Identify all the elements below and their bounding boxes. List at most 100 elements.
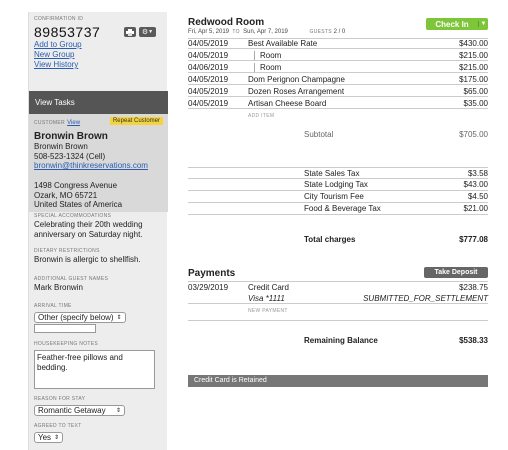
charge-row[interactable]: 04/05/2019 Dom Perignon Champagne $175.0…	[188, 74, 488, 85]
new-group-link[interactable]: New Group	[34, 50, 161, 60]
check-in-label: Check In	[435, 19, 469, 29]
charge-desc: Dozen Roses Arrangement	[248, 86, 345, 96]
tax-name: Food & Beverage Tax	[304, 204, 381, 213]
charge-desc: Dom Perignon Champagne	[248, 74, 345, 84]
date-to-label: TO	[232, 29, 240, 35]
charge-amount: $215.00	[459, 50, 488, 60]
view-tasks-button[interactable]: View Tasks	[29, 91, 168, 114]
arrival-time-label: ARRIVAL TIME	[34, 303, 72, 309]
tax-row: Food & Beverage Tax $21.00	[188, 203, 488, 215]
special-accommodations-text: Celebrating their 20th wedding anniversa…	[34, 220, 143, 239]
date-to: Sun, Apr 7, 2019	[243, 29, 288, 35]
reservation-actions: ⚙ ▼	[124, 27, 156, 37]
subtotal-row: Subtotal $705.00	[304, 130, 488, 139]
charge-row[interactable]: 04/06/2019 Room $215.00	[188, 62, 488, 73]
charge-date: 04/05/2019	[188, 50, 229, 60]
customer-view-link[interactable]: View	[67, 120, 80, 126]
confirmation-label: CONFIRMATION ID	[34, 16, 84, 22]
add-to-group-link[interactable]: Add to Group	[34, 40, 161, 50]
payment-date: 03/29/2019	[188, 282, 229, 292]
tax-name: State Sales Tax	[304, 168, 360, 178]
charge-date: 04/05/2019	[188, 98, 229, 108]
charge-row[interactable]: 04/05/2019 Artisan Cheese Board $35.00	[188, 98, 488, 109]
reason-for-stay-value: Romantic Getaway	[38, 406, 106, 415]
payment-status: SUBMITTED_FOR_SETTLEMENT	[363, 293, 488, 303]
customer-name: Bronwin Brown	[34, 131, 108, 142]
chevron-down-icon[interactable]: ▼	[478, 21, 488, 27]
charge-amount: $215.00	[459, 62, 488, 72]
add-item-link[interactable]: ADD ITEM	[248, 113, 488, 119]
room-charges: Redwood Room Check In ▼ Fri, Apr 5, 2019…	[188, 12, 488, 244]
payment-card: Visa *1111	[248, 293, 285, 303]
payment-detail-row: Visa *1111 SUBMITTED_FOR_SETTLEMENT	[188, 293, 488, 304]
print-icon[interactable]	[124, 27, 136, 37]
address-line-2: Ozark, MO 65721	[34, 190, 98, 200]
dietary-text: Bronwin is allergic to shellfish.	[34, 255, 141, 264]
charge-amount: $35.00	[463, 98, 488, 108]
charge-amount: $175.00	[459, 74, 488, 84]
reason-for-stay-select[interactable]: Romantic Getaway ⇕	[34, 405, 125, 416]
customer-email-link[interactable]: bronwin@thinkreservations.com	[34, 161, 162, 171]
total-charges-row: Total charges $777.08	[304, 235, 488, 244]
subtotal-value: $705.00	[459, 130, 488, 139]
charge-amount: $65.00	[463, 86, 488, 96]
take-deposit-button[interactable]: Take Deposit	[424, 267, 488, 278]
charge-date: 04/06/2019	[188, 62, 229, 72]
chevron-down-icon: ▼	[148, 29, 154, 35]
housekeeping-notes-textarea[interactable]: Feather-free pillows and bedding.	[34, 350, 155, 389]
contact-name: Bronwin Brown	[34, 142, 88, 151]
tax-name: State Lodging Tax	[304, 180, 368, 189]
tax-amount: $4.50	[467, 192, 488, 201]
select-arrows-icon: ⇕	[54, 435, 60, 441]
reason-for-stay-label: REASON FOR STAY	[34, 396, 86, 402]
guests-value: 2 / 0	[333, 29, 346, 35]
tax-row: City Tourism Fee $4.50	[188, 191, 488, 203]
dietary-label: DIETARY RESTRICTIONS	[34, 248, 100, 254]
select-arrows-icon: ⇕	[116, 315, 122, 321]
additional-guests-label: ADDITIONAL GUEST NAMES	[34, 276, 109, 282]
charge-amount: $430.00	[459, 39, 488, 48]
special-accommodations-label: SPECIAL ACCOMMODATIONS	[34, 213, 112, 219]
remaining-balance-value: $538.33	[459, 336, 488, 345]
select-arrows-icon: ⇕	[115, 408, 121, 414]
charge-row[interactable]: 04/05/2019 Dozen Roses Arrangement $65.0…	[188, 86, 488, 97]
agreed-to-text-select[interactable]: Yes ⇕	[34, 432, 64, 443]
payment-method: Credit Card	[248, 282, 289, 292]
arrival-time-input[interactable]	[34, 324, 96, 333]
payment-row[interactable]: 03/29/2019 Credit Card $238.75	[188, 281, 488, 292]
customer-label: CUSTOMER	[34, 120, 65, 126]
charge-row[interactable]: 04/05/2019 Room $215.00	[188, 50, 488, 61]
gear-menu-button[interactable]: ⚙ ▼	[139, 27, 156, 37]
arrival-time-select[interactable]: Other (specify below) ⇕	[34, 312, 126, 323]
payment-amount: $238.75	[459, 282, 488, 292]
remaining-balance-label: Remaining Balance	[304, 336, 378, 345]
address-country: United States of America	[34, 200, 123, 209]
tax-name: City Tourism Fee	[304, 192, 364, 201]
new-payment-link[interactable]: NEW PAYMENT	[248, 308, 488, 314]
subtotal-label: Subtotal	[304, 130, 334, 139]
address-line-1: 1498 Congress Avenue	[34, 181, 118, 190]
tax-row: State Sales Tax $3.58	[188, 167, 488, 179]
additional-guests-text: Mark Bronwin	[34, 283, 83, 292]
check-in-button[interactable]: Check In ▼	[426, 18, 488, 30]
view-history-link[interactable]: View History	[34, 60, 161, 70]
arrival-time-value: Other (specify below)	[38, 313, 114, 322]
housekeeping-label: HOUSEKEEPING NOTES	[34, 341, 99, 347]
charge-desc: Room	[254, 50, 282, 60]
charge-desc: Artisan Cheese Board	[248, 98, 327, 108]
agreed-to-text-value: Yes	[38, 433, 52, 442]
contact-phone: 508-523-1324 (Cell)	[34, 151, 106, 161]
card-retained-bar: Credit Card is Retained	[188, 375, 488, 387]
remaining-balance-row: Remaining Balance $538.33	[304, 336, 488, 345]
charge-desc: Best Available Rate	[248, 39, 318, 48]
tax-amount: $43.00	[463, 180, 488, 189]
sidebar: CONFIRMATION ID 89853737 Add to Group Ne…	[28, 12, 168, 450]
charge-date: 04/05/2019	[188, 86, 229, 96]
new-payment-row: NEW PAYMENT	[188, 305, 488, 316]
payment-divider	[188, 320, 488, 326]
add-item-row: ADD ITEM	[188, 110, 488, 121]
payments-section: Payments Take Deposit 03/29/2019 Credit …	[188, 267, 488, 345]
charge-row[interactable]: 04/05/2019 Best Available Rate $430.00	[188, 38, 488, 49]
guests-label: GUESTS	[309, 29, 332, 35]
total-charges-value: $777.08	[459, 235, 488, 244]
